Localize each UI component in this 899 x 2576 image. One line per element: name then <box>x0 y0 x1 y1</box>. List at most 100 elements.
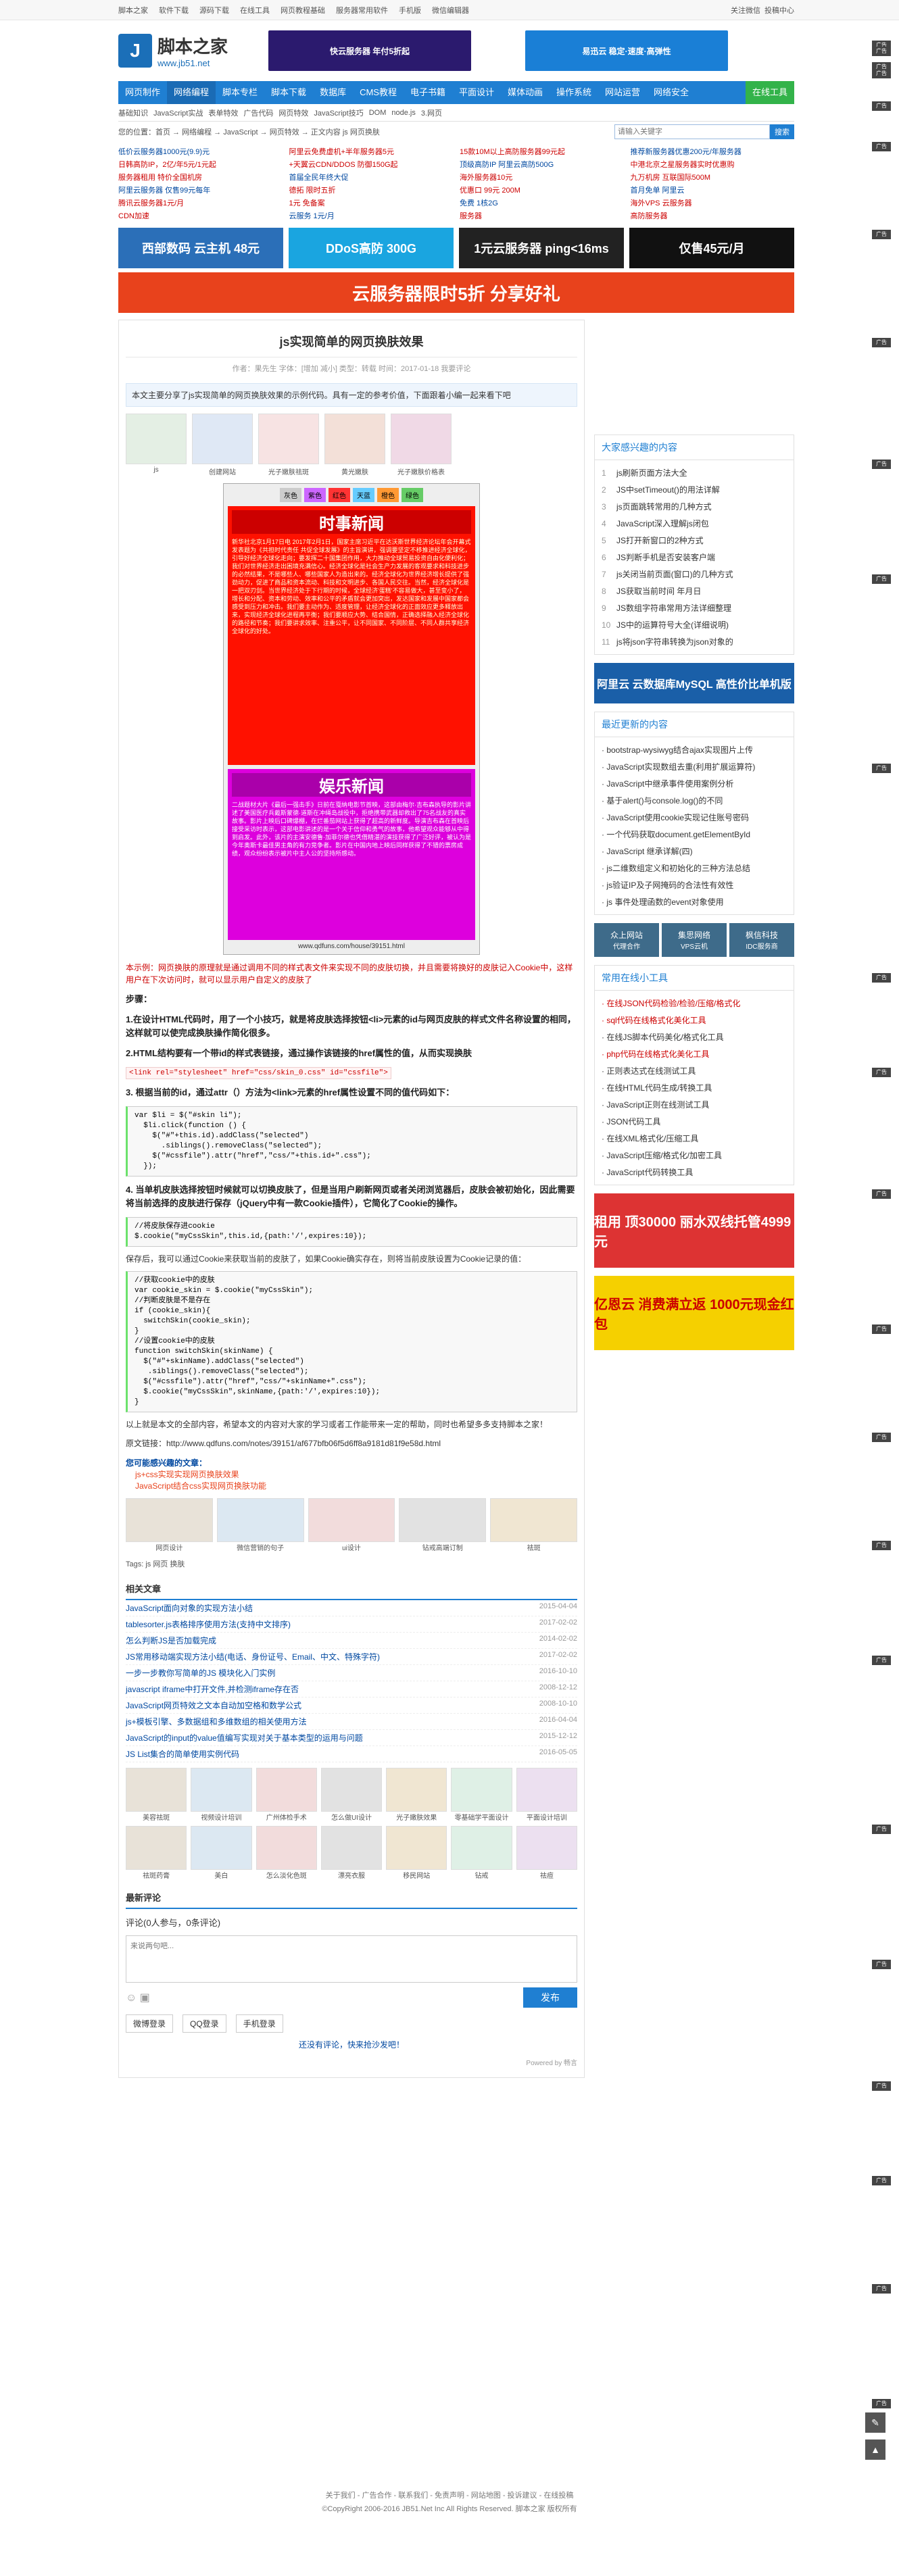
related-item[interactable]: 一步一步教你写简单的JS 模块化入门实例 2016-10-10 <box>126 1665 577 1681</box>
ad-close-tag[interactable]: 广告 <box>872 69 891 78</box>
nav-item-8[interactable]: 媒体动画 <box>501 81 550 104</box>
contribute-link[interactable]: 投稿中心 <box>764 5 794 16</box>
skin-button-5[interactable]: 绿色 <box>402 488 423 502</box>
promo-link[interactable]: 德拓 限时五折 <box>289 184 454 195</box>
promo-link[interactable]: +天翼云CDN/DDOS 防御150G起 <box>289 159 454 170</box>
hot-item[interactable]: 10 JS中的运算符号大全(详细说明) <box>602 616 787 633</box>
phone-login[interactable]: 手机登录 <box>235 2014 283 2033</box>
gallery-item[interactable]: 祛斑 <box>490 1498 577 1552</box>
ad-close-tag[interactable]: 广告 <box>872 1433 891 1442</box>
promo-link[interactable]: 日韩高防IP，2亿/年5元/1元起 <box>118 159 283 170</box>
nav-item-11[interactable]: 网络安全 <box>647 81 696 104</box>
topbar-link-2[interactable]: 源码下载 <box>199 5 229 16</box>
search-input[interactable] <box>614 124 770 139</box>
back-to-top-icon[interactable]: ▲ <box>865 2439 885 2460</box>
related-item[interactable]: 怎么判断JS是否加载完成 2014-02-02 <box>126 1633 577 1649</box>
new-item[interactable]: · 一个代码获取document.getElementById <box>602 826 787 843</box>
ad-close-tag[interactable]: 广告 <box>872 1656 891 1665</box>
ad-close-tag[interactable]: 广告 <box>872 47 891 56</box>
ad-close-tag[interactable]: 广告 <box>872 1189 891 1199</box>
topbar-link-0[interactable]: 脚本之家 <box>118 5 148 16</box>
promo-link[interactable]: 服务器 <box>460 210 624 221</box>
related-item-title[interactable]: JS List集合的简单使用实例代码 <box>126 1748 239 1760</box>
gallery-item[interactable]: 怎么淡化色斑 <box>256 1826 317 1880</box>
hot-item[interactable]: 5 JS打开新窗口的2种方式 <box>602 532 787 549</box>
weibo-login[interactable]: 微博登录 <box>126 2014 174 2033</box>
promo-link[interactable]: 海外VPS 云服务器 <box>631 197 795 208</box>
thumb-item[interactable]: 创建网站 <box>192 414 253 476</box>
tool-item[interactable]: · 在线XML格式化/压缩工具 <box>602 1130 787 1147</box>
promo-link[interactable]: 首届全民年终大促 <box>289 172 454 182</box>
header-banner-1[interactable]: 快云服务器 年付5折起 <box>268 30 472 71</box>
nav-item-5[interactable]: CMS教程 <box>353 81 404 104</box>
ad-close-tag[interactable]: 广告 <box>872 230 891 239</box>
related-item[interactable]: JS List集合的简单使用实例代码 2016-05-05 <box>126 1746 577 1762</box>
hot-item[interactable]: 11 js将json字符串转换为json对象的 <box>602 633 787 650</box>
nav-item-1[interactable]: 网络编程 <box>167 81 216 104</box>
subnav-item-1[interactable]: JavaScript实战 <box>153 107 203 118</box>
thumb-item[interactable]: 黄光嫩肤 <box>324 414 385 476</box>
skin-button-1[interactable]: 紫色 <box>304 488 326 502</box>
partner-tile-1[interactable]: 集思网络 VPS云机 <box>662 923 727 957</box>
tool-item[interactable]: · 正则表达式在线测试工具 <box>602 1062 787 1079</box>
related-item-title[interactable]: JavaScript网页特效之文本自动加空格和数学公式 <box>126 1700 301 1711</box>
nav-item-0[interactable]: 网页制作 <box>118 81 167 104</box>
hot-item[interactable]: 2 JS中setTimeout()的用法详解 <box>602 481 787 498</box>
new-item[interactable]: · JavaScript中继承事件使用案例分析 <box>602 775 787 792</box>
nav-item-4[interactable]: 数据库 <box>313 81 353 104</box>
related-item[interactable]: JavaScript的input的value值编写实现对关于基本类型的运用与问题… <box>126 1730 577 1746</box>
related-item-title[interactable]: JS常用移动端实现方法小结(电话、身份证号、Email、中文、特殊字符) <box>126 1651 380 1662</box>
gallery-item[interactable]: ui设计 <box>308 1498 395 1552</box>
gallery-item[interactable]: 网页设计 <box>126 1498 213 1552</box>
promo-link[interactable]: 1元 免备案 <box>289 197 454 208</box>
subnav-item-2[interactable]: 表单特效 <box>208 107 238 118</box>
promo-link[interactable]: 推荐新服务器优惠200元/年服务器 <box>631 146 795 157</box>
new-item[interactable]: · JavaScript实现数组去重(利用扩展运算符) <box>602 758 787 775</box>
topbar-link-6[interactable]: 手机版 <box>399 5 421 16</box>
subnav-item-8[interactable]: 3.网页 <box>421 107 442 118</box>
thumb-item[interactable]: 光子嫩肤祛斑 <box>258 414 319 476</box>
skin-button-2[interactable]: 红色 <box>329 488 350 502</box>
promo-link[interactable]: 顶级高防IP 阿里云高防500G <box>460 159 624 170</box>
new-item[interactable]: · js验证IP及子网掩码的合法性有效性 <box>602 876 787 893</box>
footer-links[interactable]: 关于我们 - 广告合作 - 联系我们 - 免责声明 - 网站地图 - 投诉建议 … <box>0 2490 899 2500</box>
subnav-item-5[interactable]: JavaScript技巧 <box>314 107 363 118</box>
promo-link[interactable]: 低价云服务器1000元(9.9)元 <box>118 146 283 157</box>
promo-link[interactable]: 九万机房 互联国际500M <box>631 172 795 182</box>
topbar-link-4[interactable]: 网页教程基础 <box>281 5 325 16</box>
related-link-1[interactable]: js+css实现实现网页换肤效果 <box>135 1468 577 1480</box>
promo-link[interactable]: 高防服务器 <box>631 210 795 221</box>
hot-item[interactable]: 9 JS数组字符串常用方法详细整理 <box>602 599 787 616</box>
ad-close-tag[interactable]: 广告 <box>872 2399 891 2408</box>
new-item[interactable]: · js二维数组定义和初始化的三种方法总结 <box>602 860 787 876</box>
gallery-item[interactable]: 钻戒高端订制 <box>399 1498 487 1552</box>
subnav-item-6[interactable]: DOM <box>369 109 387 117</box>
related-item[interactable]: js+模板引擎、多数据组和多维数组的相关使用方法 2016-04-04 <box>126 1714 577 1730</box>
promo-link[interactable]: 阿里云免费虚机+半年服务器5元 <box>289 146 454 157</box>
gallery-item[interactable]: 漂亮衣服 <box>320 1826 383 1880</box>
share-float-icon[interactable]: ✎ <box>865 2412 885 2433</box>
related-item-title[interactable]: JavaScript的input的value值编写实现对关于基本类型的运用与问题 <box>126 1732 363 1743</box>
new-item[interactable]: · JavaScript使用cookie实现记住账号密码 <box>602 809 787 826</box>
ad-close-tag[interactable]: 广告 <box>872 973 891 983</box>
gallery-item[interactable]: 美白 <box>191 1826 252 1880</box>
comment-input[interactable] <box>126 1935 577 1983</box>
ad-tile-2[interactable]: 1元云服务器 ping<16ms <box>459 228 624 268</box>
tool-item[interactable]: · sql代码在线格式化美化工具 <box>602 1012 787 1029</box>
tool-item[interactable]: · JavaScript压缩/格式化/加密工具 <box>602 1147 787 1164</box>
new-item[interactable]: · 基于alert()与console.log()的不同 <box>602 792 787 809</box>
emoji-icon[interactable]: ☺ ▣ <box>126 1991 150 2004</box>
related-item-title[interactable]: 怎么判断JS是否加载完成 <box>126 1635 216 1646</box>
skin-button-4[interactable]: 橙色 <box>377 488 399 502</box>
hot-item[interactable]: 8 JS获取当前时间 年月日 <box>602 583 787 599</box>
ad-close-tag[interactable]: 广告 <box>872 1825 891 1834</box>
ad-tile-1[interactable]: DDoS高防 300G <box>289 228 454 268</box>
subnav-item-3[interactable]: 广告代码 <box>243 107 273 118</box>
nav-item-6[interactable]: 电子书籍 <box>404 81 452 104</box>
gallery-item[interactable]: 移民网站 <box>386 1826 447 1880</box>
tool-item[interactable]: · 在线JSON代码检验/检验/压缩/格式化 <box>602 995 787 1012</box>
header-banner-2[interactable]: 易迅云 稳定·速度·高弹性 <box>525 30 729 71</box>
gallery-item[interactable]: 微信营销的句子 <box>216 1498 304 1552</box>
ad-close-tag[interactable]: 广告 <box>872 2284 891 2294</box>
promo-link[interactable]: 优惠口 99元 200M <box>460 184 624 195</box>
